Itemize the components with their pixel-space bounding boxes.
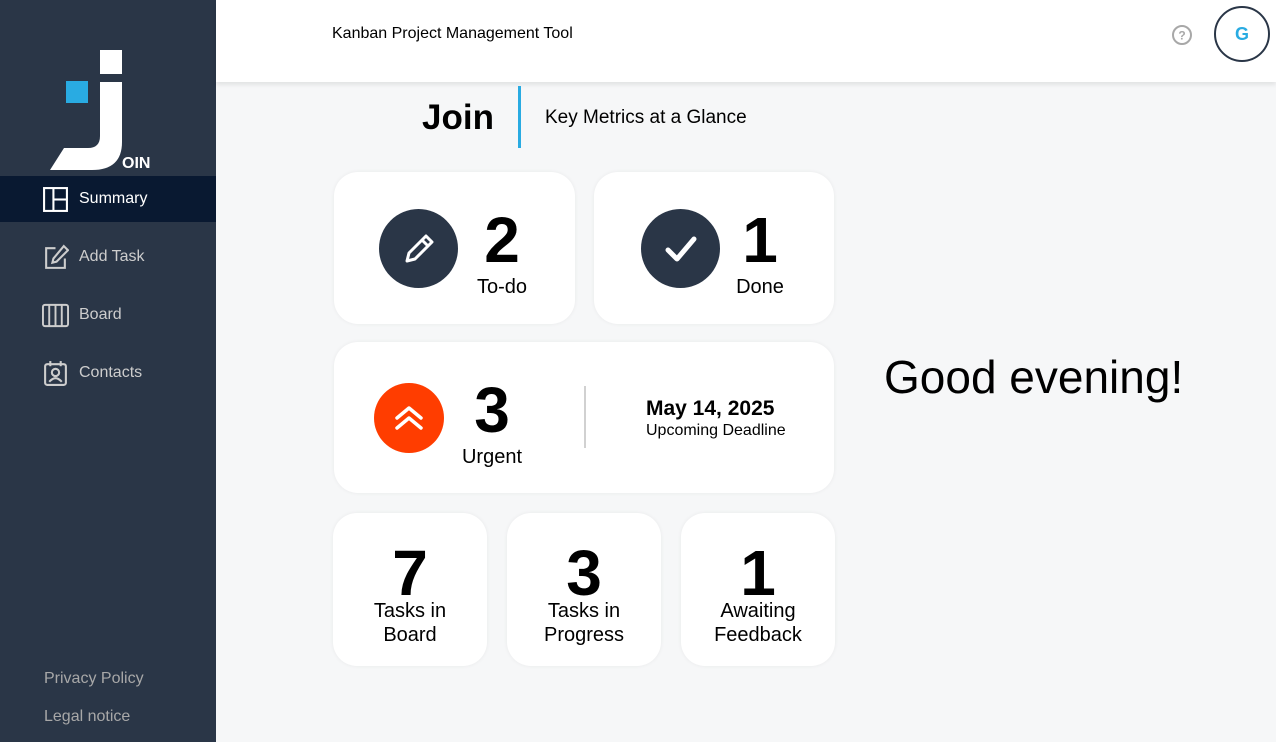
summary-icon (43, 186, 68, 212)
sidebar-footer: Privacy Policy Legal notice (44, 660, 144, 736)
done-card[interactable]: 1 Done (594, 172, 834, 324)
awaiting-feedback-card[interactable]: 1 Awaiting Feedback (681, 513, 835, 666)
done-count: 1 (742, 204, 778, 276)
feedback-label: Awaiting Feedback (714, 600, 802, 646)
board-label: Tasks in Board (373, 600, 447, 646)
urgent-divider (584, 386, 586, 448)
sidebar: OIN Summary Add Task Board Contacts Priv… (0, 0, 216, 742)
logo-text: OIN (122, 155, 150, 172)
page-title: Join (422, 98, 494, 137)
urgent-arrows-icon (374, 383, 444, 453)
todo-count: 2 (484, 204, 520, 276)
sidebar-nav: Summary Add Task Board Contacts (0, 176, 216, 408)
sidebar-item-add-task[interactable]: Add Task (0, 234, 216, 280)
contacts-icon (44, 360, 67, 386)
sidebar-item-label: Summary (79, 190, 148, 207)
urgent-count: 3 (474, 374, 510, 446)
todo-label: To-do (476, 276, 528, 298)
todo-card[interactable]: 2 To-do (334, 172, 575, 324)
done-label: Done (736, 276, 784, 298)
check-icon (641, 209, 720, 288)
pencil-icon (379, 209, 458, 288)
join-logo[interactable]: OIN (48, 48, 158, 174)
sidebar-item-board[interactable]: Board (0, 292, 216, 338)
sidebar-item-summary[interactable]: Summary (0, 176, 216, 222)
legal-notice-link[interactable]: Legal notice (44, 698, 144, 736)
deadline-date: May 14, 2025 (646, 397, 775, 420)
help-icon[interactable]: ? (1171, 24, 1193, 46)
feedback-count: 1 (740, 537, 776, 609)
top-header: Kanban Project Management Tool ? G (216, 0, 1276, 82)
progress-label: Tasks in Progress (543, 600, 625, 646)
board-icon (42, 303, 69, 327)
sidebar-item-label: Contacts (79, 364, 143, 381)
sidebar-item-contacts[interactable]: Contacts (0, 350, 216, 396)
tasks-in-board-card[interactable]: 7 Tasks in Board (333, 513, 487, 666)
user-avatar[interactable]: G (1214, 6, 1270, 62)
title-divider (518, 86, 521, 148)
deadline-label: Upcoming Deadline (646, 422, 786, 439)
privacy-policy-link[interactable]: Privacy Policy (44, 660, 144, 698)
urgent-card[interactable]: 3 Urgent May 14, 2025 Upcoming Deadline (334, 342, 834, 493)
svg-text:?: ? (1178, 29, 1185, 43)
board-count: 7 (392, 537, 428, 609)
app-title: Kanban Project Management Tool (332, 25, 573, 42)
add-task-icon (45, 244, 69, 269)
tasks-in-progress-card[interactable]: 3 Tasks in Progress (507, 513, 661, 666)
sidebar-item-label: Add Task (79, 248, 145, 265)
urgent-label: Urgent (461, 446, 523, 468)
page-subtitle: Key Metrics at a Glance (545, 107, 747, 128)
greeting-text: Good evening! (884, 351, 1184, 403)
progress-count: 3 (566, 537, 602, 609)
sidebar-item-label: Board (79, 306, 122, 323)
